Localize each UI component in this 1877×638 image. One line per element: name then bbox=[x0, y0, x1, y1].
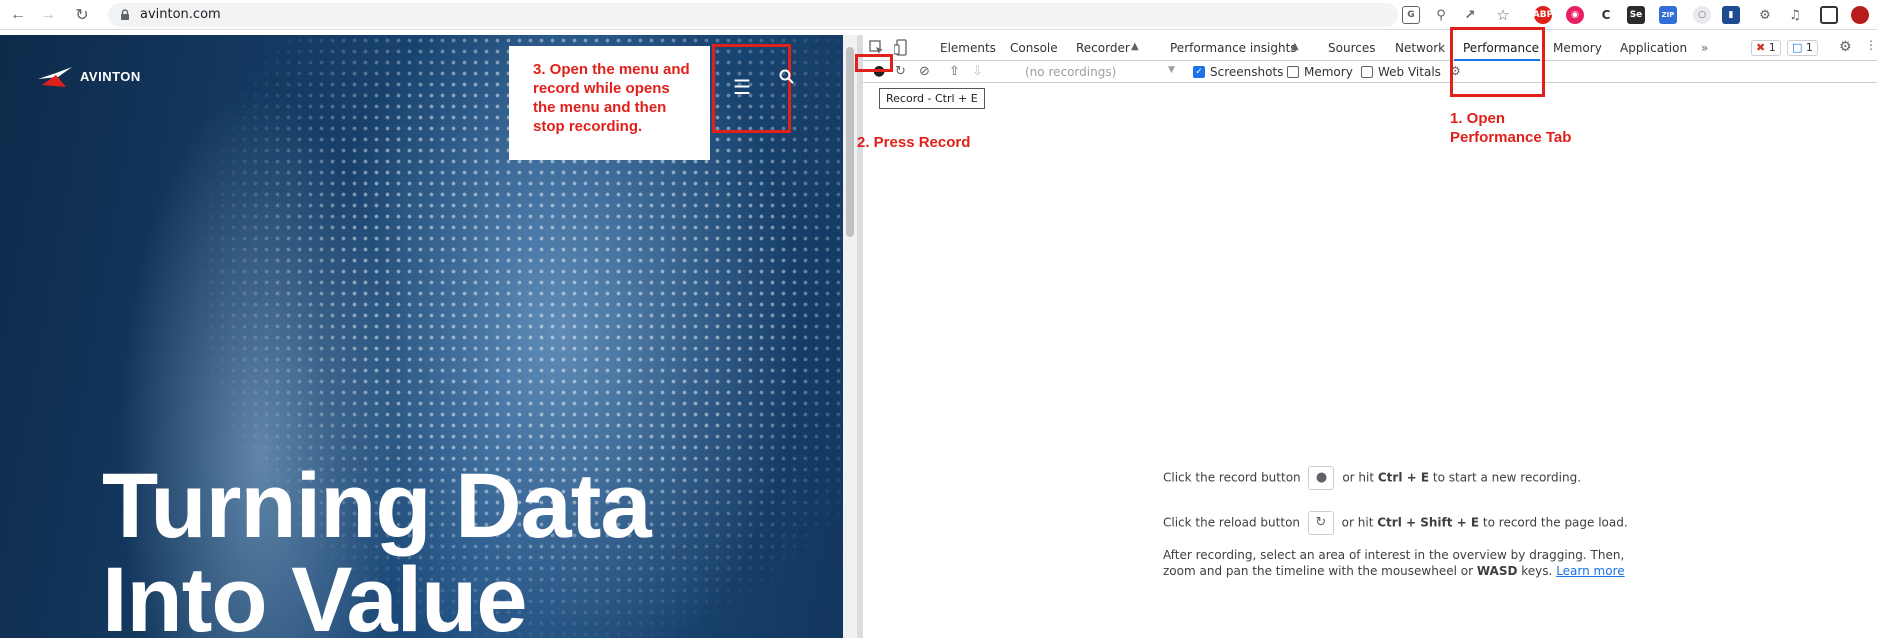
messages-badge[interactable]: □ 1 bbox=[1787, 40, 1818, 56]
media-icon[interactable]: ♫ bbox=[1786, 6, 1804, 24]
highlight-menu-box bbox=[712, 44, 791, 133]
instruction-reload-keys: Ctrl + Shift + E bbox=[1377, 515, 1480, 530]
more-options-icon[interactable]: ⋮ bbox=[1865, 38, 1877, 52]
extensions-puzzle-icon[interactable]: ⚙ bbox=[1756, 6, 1774, 24]
instruction-record-prefix: Click the record button bbox=[1163, 470, 1301, 485]
tab-network[interactable]: Network bbox=[1395, 41, 1445, 55]
message-icon: □ bbox=[1792, 41, 1803, 54]
screenshots-checkbox[interactable]: ✓ bbox=[1193, 66, 1205, 78]
tab-application[interactable]: Application bbox=[1620, 41, 1687, 55]
hero-line-2: Into Value bbox=[102, 549, 528, 638]
side-panel-icon[interactable] bbox=[1820, 6, 1838, 24]
more-tabs-icon[interactable]: » bbox=[1701, 41, 1708, 55]
hero-line-1: Turning Data bbox=[102, 455, 651, 557]
instruction-record-keys: Ctrl + E bbox=[1377, 470, 1430, 485]
load-profile-icon[interactable]: ⇧ bbox=[949, 64, 960, 79]
instruction-reload-prefix: Click the reload button bbox=[1163, 515, 1301, 530]
settings-gear-icon[interactable]: ⚙ bbox=[1839, 39, 1852, 55]
reload-inline-button[interactable]: ↻ bbox=[1307, 511, 1334, 535]
tab-elements[interactable]: Elements bbox=[940, 41, 996, 55]
site-logo[interactable]: AVINTON bbox=[36, 63, 141, 89]
abp-extension-icon[interactable]: ABP bbox=[1533, 6, 1553, 24]
callout-step3-text: 3. Open the menu and record while opens … bbox=[533, 61, 690, 135]
browser-toolbar: ← → ↻ avinton.com G ⚲ ↗ ☆ ABP ◉ C Se ZIP… bbox=[0, 0, 1877, 30]
devtools-panel: Elements Console Recorder ▲ Performance … bbox=[855, 27, 1877, 638]
record-tooltip: Record - Ctrl + E bbox=[879, 88, 985, 109]
instruction-record-suffix: to start a new recording. bbox=[1432, 470, 1582, 485]
performance-toolbar: ● ↻ ⊘ ⇧ ⇩ (no recordings) ▼ ✓ Screenshot… bbox=[863, 61, 1877, 83]
save-profile-icon[interactable]: ⇩ bbox=[972, 64, 983, 79]
screenshots-label: Screenshots bbox=[1210, 65, 1284, 79]
annotation-step1-line1: 1. Open bbox=[1450, 110, 1506, 127]
annotation-callout: 3. Open the menu and record while opens … bbox=[509, 46, 710, 160]
highlight-performance-tab-box bbox=[1450, 27, 1545, 97]
annotation-step1-line2: Performance Tab bbox=[1450, 129, 1572, 146]
lock-icon bbox=[121, 9, 129, 20]
recorder-experiment-icon: ▲ bbox=[1131, 41, 1139, 52]
clear-icon[interactable]: ⊘ bbox=[919, 64, 930, 79]
search-icon[interactable] bbox=[779, 69, 795, 85]
selenium-extension-icon[interactable]: Se bbox=[1627, 6, 1645, 24]
zip-extension-icon[interactable]: ZIP bbox=[1659, 6, 1677, 24]
tab-memory[interactable]: Memory bbox=[1553, 41, 1602, 55]
error-icon: ✖ bbox=[1756, 41, 1766, 54]
instruction-wasd-keys: WASD bbox=[1476, 564, 1518, 578]
memory-label: Memory bbox=[1304, 65, 1353, 79]
back-icon[interactable]: ← bbox=[6, 3, 30, 27]
instruction-after-line2-prefix: zoom and pan the timeline with the mouse… bbox=[1163, 564, 1474, 578]
insights-experiment-icon: ▲ bbox=[1291, 41, 1299, 52]
address-bar[interactable]: avinton.com bbox=[108, 3, 1398, 27]
highlight-record-box bbox=[855, 54, 893, 72]
memory-checkbox[interactable] bbox=[1287, 66, 1299, 78]
extension-c-icon[interactable]: C bbox=[1597, 6, 1615, 24]
instruction-after-line2-suffix: keys. bbox=[1521, 564, 1553, 578]
device-toolbar-icon[interactable] bbox=[894, 39, 910, 57]
forward-icon[interactable]: → bbox=[36, 3, 60, 27]
devtools-tabbar: Elements Console Recorder ▲ Performance … bbox=[863, 35, 1877, 61]
messages-count: 1 bbox=[1805, 41, 1813, 54]
page-scrollbar[interactable] bbox=[843, 35, 857, 638]
scrollbar-thumb[interactable] bbox=[846, 47, 854, 237]
translate-icon[interactable]: G bbox=[1402, 6, 1420, 24]
errors-badge[interactable]: ✖ 1 bbox=[1751, 40, 1781, 56]
hamburger-menu-icon[interactable]: ☰ bbox=[733, 75, 751, 100]
hero-heading: Turning Data Into Value bbox=[102, 459, 651, 638]
extension-circle-icon[interactable]: ○ bbox=[1693, 6, 1711, 24]
web-vitals-label: Web Vitals bbox=[1378, 65, 1441, 79]
bookmark-star-icon[interactable]: ☆ bbox=[1494, 6, 1512, 24]
avinton-logo-icon bbox=[38, 67, 72, 87]
recordings-select[interactable]: (no recordings) bbox=[1025, 65, 1116, 79]
analytics-extension-icon[interactable]: ▮ bbox=[1722, 6, 1740, 24]
annotation-step1: 1. Open Performance Tab bbox=[1450, 109, 1571, 147]
tab-console[interactable]: Console bbox=[1010, 41, 1058, 55]
extension-icon[interactable]: ◉ bbox=[1566, 6, 1584, 24]
web-vitals-checkbox[interactable] bbox=[1361, 66, 1373, 78]
reload-icon[interactable]: ↻ bbox=[70, 3, 94, 27]
website-viewport: AVINTON 3. Open the menu and record whil… bbox=[0, 35, 843, 638]
annotation-step2: 2. Press Record bbox=[857, 134, 971, 151]
tab-sources[interactable]: Sources bbox=[1328, 41, 1375, 55]
instruction-after-line2: zoom and pan the timeline with the mouse… bbox=[1163, 563, 1625, 579]
instruction-reload-or: or hit bbox=[1341, 515, 1374, 530]
instruction-after-recording: After recording, select an area of inter… bbox=[1163, 547, 1625, 579]
zoom-icon[interactable]: ⚲ bbox=[1432, 6, 1450, 24]
instruction-record-or: or hit bbox=[1342, 470, 1375, 485]
logo-text: AVINTON bbox=[80, 68, 141, 84]
profile-avatar[interactable] bbox=[1851, 6, 1869, 24]
instruction-record: Click the record button ● or hit Ctrl + … bbox=[1163, 466, 1581, 490]
tab-performance-insights[interactable]: Performance insights bbox=[1170, 41, 1297, 55]
tab-recorder[interactable]: Recorder bbox=[1076, 41, 1130, 55]
instruction-after-line1: After recording, select an area of inter… bbox=[1163, 548, 1625, 562]
share-icon[interactable]: ↗ bbox=[1461, 6, 1479, 24]
errors-count: 1 bbox=[1768, 41, 1776, 54]
url-text: avinton.com bbox=[140, 7, 221, 22]
record-inline-button[interactable]: ● bbox=[1308, 466, 1335, 490]
learn-more-link[interactable]: Learn more bbox=[1556, 564, 1624, 578]
instruction-reload: Click the reload button ↻ or hit Ctrl + … bbox=[1163, 511, 1628, 535]
instruction-reload-suffix: to record the page load. bbox=[1482, 515, 1628, 530]
reload-record-icon[interactable]: ↻ bbox=[895, 64, 906, 79]
chevron-down-icon[interactable]: ▼ bbox=[1168, 65, 1175, 75]
